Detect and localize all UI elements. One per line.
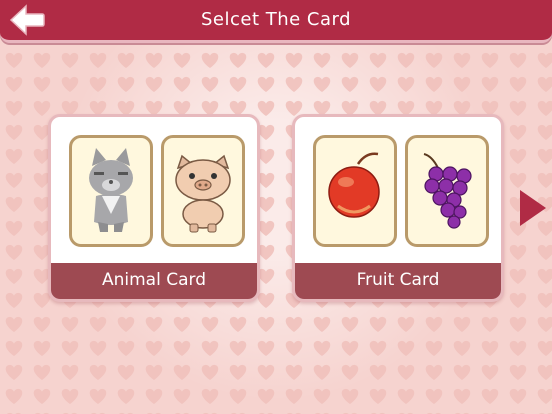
grapes-card <box>405 135 489 247</box>
header-bar: Selcet The Card <box>0 0 552 43</box>
apple-card <box>313 135 397 247</box>
page-title: Selcet The Card <box>200 9 352 30</box>
pig-icon <box>175 154 231 233</box>
cat-icon <box>89 148 133 232</box>
apple-icon <box>328 152 380 218</box>
cat-card <box>69 135 153 247</box>
grapes-icon <box>423 153 472 229</box>
pig-card <box>161 135 245 247</box>
animal-card-label: Animal Card <box>51 263 257 299</box>
right-arrow-icon <box>520 190 546 226</box>
next-page-button[interactable] <box>516 188 548 228</box>
fruit-card-label: Fruit Card <box>295 263 501 299</box>
animal-card-panel[interactable]: Animal Card <box>48 114 260 302</box>
fruit-card-panel[interactable]: Fruit Card <box>292 114 504 302</box>
